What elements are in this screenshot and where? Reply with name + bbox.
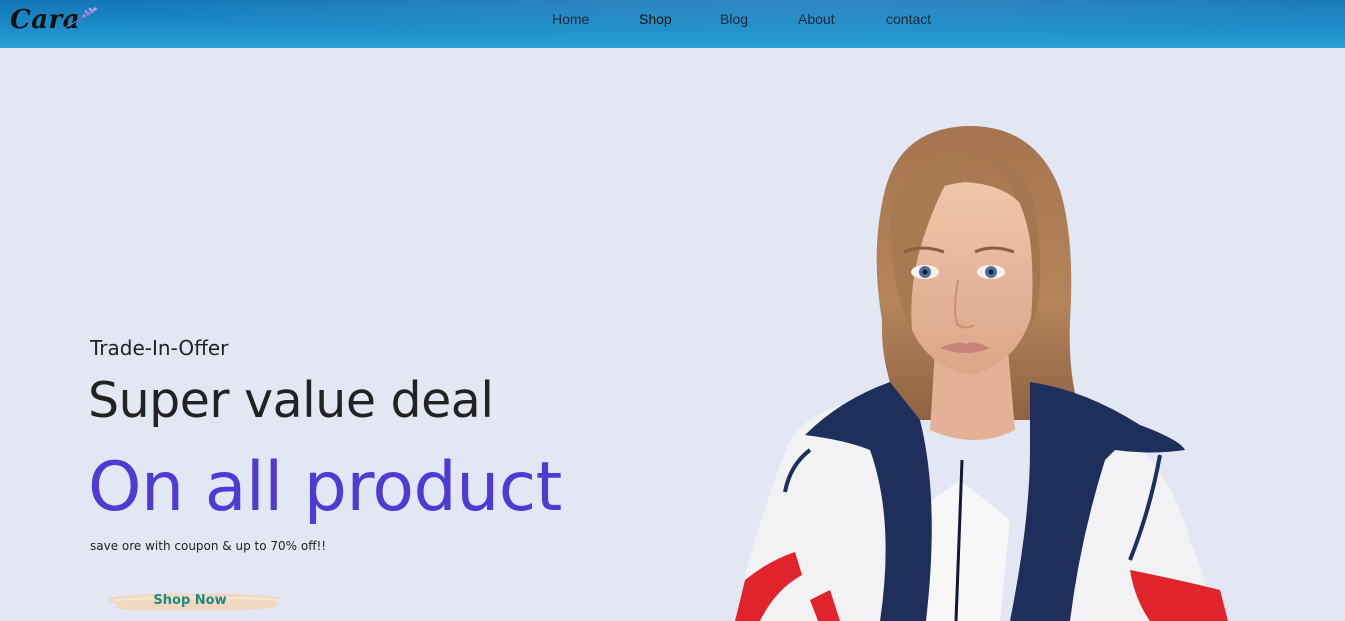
nav-shop[interactable]: Shop <box>639 11 672 27</box>
page: Cara Home Shop Blog About contact Trade-… <box>0 0 1345 621</box>
main-nav: Home Shop Blog About contact <box>0 0 1345 38</box>
hero-description: save ore with coupon & up to 70% off!! <box>90 539 327 553</box>
shop-now-label: Shop Now <box>153 593 227 608</box>
hero-eyebrow: Trade-In-Offer <box>90 336 229 360</box>
hero-subheading: Super value deal <box>88 372 494 429</box>
nav-contact[interactable]: contact <box>886 11 931 27</box>
shop-now-button[interactable]: Shop Now <box>105 588 285 616</box>
site-header: Cara Home Shop Blog About contact <box>0 0 1345 48</box>
nav-blog[interactable]: Blog <box>720 11 748 27</box>
hero-model-image <box>735 125 1228 621</box>
nav-about[interactable]: About <box>798 11 835 27</box>
hero-heading: On all product <box>88 448 562 527</box>
nav-home[interactable]: Home <box>552 11 589 27</box>
